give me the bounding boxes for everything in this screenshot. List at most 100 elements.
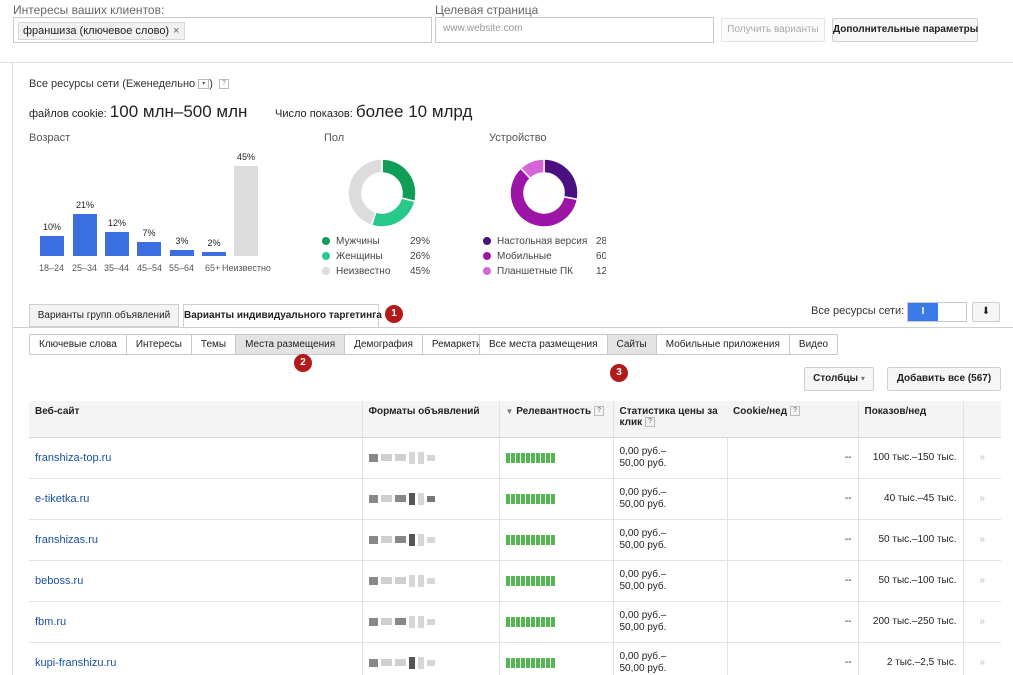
image-ad-icon xyxy=(380,618,392,625)
ad-formats xyxy=(368,451,493,464)
legend-value: 12 xyxy=(596,266,606,277)
subtab-all-placements[interactable]: Все места размещения xyxy=(480,335,608,354)
toggle-on-indicator: I xyxy=(908,303,938,321)
columns-button[interactable]: Столбцы ▾ xyxy=(804,367,874,391)
add-placement-icon[interactable]: » xyxy=(962,478,1001,520)
site-cell: kupi-franshizu.ru xyxy=(29,642,362,675)
cpc-min: 0,00 руб.– xyxy=(619,568,667,580)
site-link[interactable]: kupi-franshizu.ru xyxy=(35,657,116,669)
relevance-segment xyxy=(530,657,535,668)
relevance-cell xyxy=(498,478,613,520)
columns-label: Столбцы xyxy=(813,373,859,384)
video-ad-icon xyxy=(426,454,435,461)
add-placement-icon[interactable]: » xyxy=(962,437,1001,479)
subtab-interests[interactable]: Интересы xyxy=(127,335,192,354)
image-ad-icon xyxy=(394,659,406,666)
mobile-ad-icon xyxy=(417,615,424,628)
relevance-segment xyxy=(525,452,530,463)
relevance-segment xyxy=(530,616,535,627)
video-ad-icon xyxy=(426,659,435,666)
cpc-min: 0,00 руб.– xyxy=(619,486,667,498)
relevance-bar xyxy=(505,657,607,668)
subtab-demographics[interactable]: Демография xyxy=(345,335,423,354)
add-placement-icon[interactable]: » xyxy=(962,560,1001,602)
relevance-segment xyxy=(520,616,525,627)
table-header-row: Веб-сайт Форматы объявлений ▼ Релевантно… xyxy=(29,401,1001,438)
table-row[interactable]: franshizas.ru 0,00 руб.– 50,00 руб. -- 50… xyxy=(29,519,1001,561)
add-placement-icon[interactable]: » xyxy=(962,642,1001,675)
image-ad-icon xyxy=(380,659,392,666)
placements-table: Веб-сайт Форматы объявлений ▼ Релевантно… xyxy=(29,401,1001,675)
help-icon[interactable]: ? xyxy=(645,417,656,428)
site-link[interactable]: franshizas.ru xyxy=(35,534,98,546)
help-icon[interactable]: ? xyxy=(790,406,801,417)
cookies-cell: -- xyxy=(726,601,858,643)
add-placement-icon[interactable]: » xyxy=(962,519,1001,561)
image-ad-icon xyxy=(380,577,392,584)
site-link[interactable]: fbm.ru xyxy=(35,616,66,628)
mobile-ad-icon xyxy=(408,492,415,505)
get-variants-button[interactable]: Получить варианты xyxy=(721,18,825,42)
relevance-segment xyxy=(515,657,520,668)
col-cookies[interactable]: Cookie/нед? xyxy=(727,401,858,438)
col-site[interactable]: Веб-сайт xyxy=(29,401,362,438)
relevance-segment xyxy=(505,534,510,545)
network-toggle[interactable]: I xyxy=(907,302,967,322)
advanced-params-button[interactable]: Дополнительные параметры xyxy=(832,18,978,42)
table-row[interactable]: e-tiketka.ru 0,00 руб.– 50,00 руб. -- 40 … xyxy=(29,478,1001,520)
help-icon[interactable]: ? xyxy=(594,406,605,417)
tab-individual-targeting[interactable]: Варианты индивидуального таргетинга xyxy=(183,304,382,328)
col-relevance[interactable]: ▼ Релевантность? xyxy=(498,401,613,438)
cookies-cell: -- xyxy=(726,478,858,520)
legend-value: 28 xyxy=(596,236,606,247)
subtab-placements[interactable]: Места размещения xyxy=(236,335,346,354)
text-ad-icon xyxy=(368,453,378,462)
relevance-segment xyxy=(525,575,530,586)
table-row[interactable]: kupi-franshizu.ru 0,00 руб.– 50,00 руб. -… xyxy=(29,642,1001,675)
relevance-segment xyxy=(540,616,545,627)
col-relevance-label: Релевантность xyxy=(516,406,592,417)
subtab-topics[interactable]: Темы xyxy=(192,335,237,354)
download-icon[interactable]: ⬇ xyxy=(972,302,1000,322)
relevance-segment xyxy=(535,534,540,545)
site-link[interactable]: e-tiketka.ru xyxy=(35,493,89,505)
relevance-segment xyxy=(545,534,550,545)
image-ad-icon xyxy=(394,577,406,584)
table-row[interactable]: franshiza-top.ru 0,00 руб.– 50,00 руб. --… xyxy=(29,437,1001,479)
image-ad-icon xyxy=(394,536,406,543)
text-ad-icon xyxy=(368,617,378,626)
add-all-button[interactable]: Добавить все (567) xyxy=(887,367,1001,391)
cpc-cell: 0,00 руб.– 50,00 руб. xyxy=(612,478,727,520)
relevance-segment xyxy=(545,575,550,586)
subtab-video[interactable]: Видео xyxy=(790,335,837,354)
relevance-segment xyxy=(540,657,545,668)
site-link[interactable]: franshiza-top.ru xyxy=(35,452,111,464)
legend-value: 60 xyxy=(596,251,606,262)
cookies-cell: -- xyxy=(726,642,858,675)
impressions-cell: 40 тыс.–45 тыс. xyxy=(857,478,963,520)
table-row[interactable]: beboss.ru 0,00 руб.– 50,00 руб. -- 50 тыс… xyxy=(29,560,1001,602)
col-impressions[interactable]: Показов/нед xyxy=(857,401,963,438)
mobile-ad-icon xyxy=(417,533,424,546)
table-row[interactable]: fbm.ru 0,00 руб.– 50,00 руб. -- 200 тыс.–… xyxy=(29,601,1001,643)
impressions-cell: 50 тыс.–100 тыс. xyxy=(857,560,963,602)
subtab-mobile-apps[interactable]: Мобильные приложения xyxy=(657,335,790,354)
add-placement-icon[interactable]: » xyxy=(962,601,1001,643)
image-ad-icon xyxy=(394,495,406,502)
cpc-max: 50,00 руб. xyxy=(619,457,667,469)
relevance-segment xyxy=(510,616,515,627)
relevance-segment xyxy=(505,657,510,668)
relevance-segment xyxy=(540,452,545,463)
tab-ad-groups[interactable]: Варианты групп объявлений xyxy=(29,304,179,327)
relevance-segment xyxy=(515,616,520,627)
placement-subtabs: Все места размещения Сайты Мобильные при… xyxy=(479,334,839,355)
relevance-segment xyxy=(540,575,545,586)
legend-label: Мобильные xyxy=(497,251,552,262)
subtab-sites[interactable]: Сайты xyxy=(607,335,657,354)
col-cpc[interactable]: Статистика цены за клик? xyxy=(612,401,727,438)
relevance-segment xyxy=(510,657,515,668)
site-link[interactable]: beboss.ru xyxy=(35,575,83,587)
device-legend-item: Планшетные ПК xyxy=(483,266,573,277)
subtab-keywords[interactable]: Ключевые слова xyxy=(30,335,127,354)
mobile-ad-icon xyxy=(417,492,424,505)
